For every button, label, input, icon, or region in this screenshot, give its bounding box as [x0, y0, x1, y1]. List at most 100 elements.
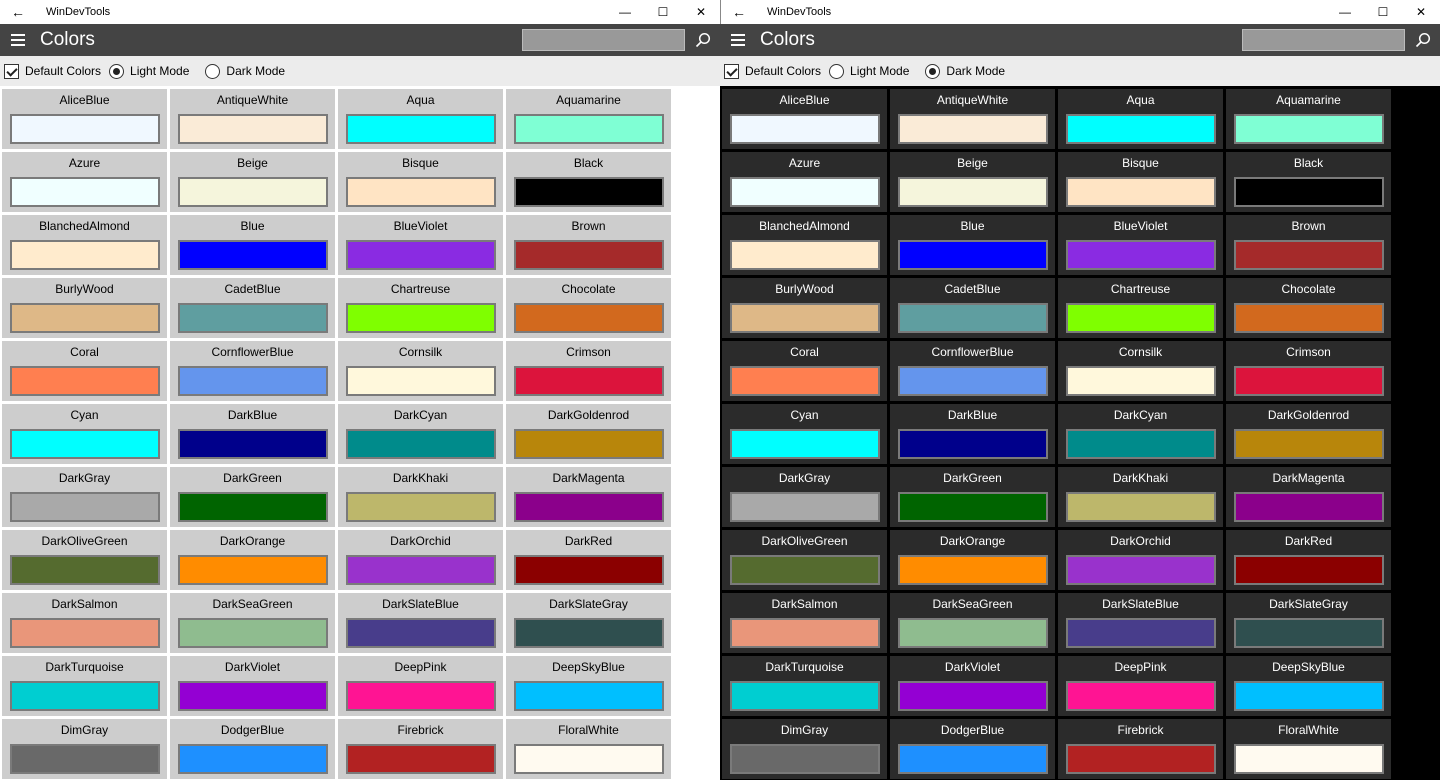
color-tile[interactable]: Blue [890, 215, 1055, 275]
color-tile[interactable]: DarkViolet [170, 656, 335, 716]
color-tile[interactable]: DarkMagenta [1226, 467, 1391, 527]
color-tile[interactable]: DimGray [722, 719, 887, 779]
color-tile[interactable]: DarkSalmon [722, 593, 887, 653]
color-tile[interactable]: Brown [506, 215, 671, 275]
light-mode-radio[interactable]: Light Mode [109, 63, 189, 79]
color-tile[interactable]: Azure [2, 152, 167, 212]
maximize-icon[interactable]: ☐ [1364, 0, 1402, 24]
color-tile[interactable]: FloralWhite [1226, 719, 1391, 779]
color-tile[interactable]: DarkGoldenrod [506, 404, 671, 464]
color-tile[interactable]: Cornsilk [1058, 341, 1223, 401]
hamburger-icon[interactable] [720, 24, 756, 56]
color-tile[interactable]: DarkBlue [890, 404, 1055, 464]
color-tile[interactable]: BlanchedAlmond [2, 215, 167, 275]
color-tile[interactable]: Black [1226, 152, 1391, 212]
color-tile[interactable]: DarkViolet [890, 656, 1055, 716]
minimize-icon[interactable]: — [606, 0, 644, 24]
color-tile[interactable]: DarkGray [2, 467, 167, 527]
color-tile[interactable]: Black [506, 152, 671, 212]
color-tile[interactable]: BurlyWood [2, 278, 167, 338]
search-icon[interactable] [1410, 28, 1436, 52]
default-colors-checkbox[interactable]: Default Colors [724, 63, 821, 79]
light-mode-radio[interactable]: Light Mode [829, 63, 909, 79]
color-tile[interactable]: DarkSlateGray [1226, 593, 1391, 653]
color-tile[interactable]: Blue [170, 215, 335, 275]
color-tile[interactable]: AliceBlue [2, 89, 167, 149]
color-tile[interactable]: DarkOrchid [1058, 530, 1223, 590]
color-tile[interactable]: DarkOrange [170, 530, 335, 590]
color-tile[interactable]: DarkSlateBlue [1058, 593, 1223, 653]
back-arrow-icon[interactable]: ← [721, 0, 757, 24]
color-tile[interactable]: DarkSeaGreen [890, 593, 1055, 653]
color-tile[interactable]: DarkGoldenrod [1226, 404, 1391, 464]
maximize-icon[interactable]: ☐ [644, 0, 682, 24]
color-tile[interactable]: Chocolate [506, 278, 671, 338]
color-tile[interactable]: AliceBlue [722, 89, 887, 149]
search-input[interactable] [522, 29, 685, 51]
color-tile[interactable]: Bisque [1058, 152, 1223, 212]
color-tile[interactable]: Aqua [338, 89, 503, 149]
color-tile[interactable]: DarkKhaki [338, 467, 503, 527]
color-tile[interactable]: Brown [1226, 215, 1391, 275]
search-input[interactable] [1242, 29, 1405, 51]
close-icon[interactable]: ✕ [682, 0, 720, 24]
color-tile[interactable]: Aquamarine [1226, 89, 1391, 149]
color-tile[interactable]: DarkOliveGreen [2, 530, 167, 590]
color-tile[interactable]: DarkSlateGray [506, 593, 671, 653]
color-tile[interactable]: CadetBlue [170, 278, 335, 338]
color-tile[interactable]: Chartreuse [1058, 278, 1223, 338]
color-tile[interactable]: DodgerBlue [170, 719, 335, 779]
color-tile[interactable]: DarkSlateBlue [338, 593, 503, 653]
color-tile[interactable]: AntiqueWhite [170, 89, 335, 149]
color-tile[interactable]: Beige [890, 152, 1055, 212]
color-tile[interactable]: DarkCyan [1058, 404, 1223, 464]
color-tile[interactable]: Crimson [506, 341, 671, 401]
color-tile[interactable]: DarkSalmon [2, 593, 167, 653]
color-tile[interactable]: BlueViolet [338, 215, 503, 275]
color-tile[interactable]: DarkTurquoise [722, 656, 887, 716]
color-tile[interactable]: DarkTurquoise [2, 656, 167, 716]
color-tile[interactable]: DarkMagenta [506, 467, 671, 527]
hamburger-icon[interactable] [0, 24, 36, 56]
color-tile[interactable]: DeepSkyBlue [1226, 656, 1391, 716]
dark-mode-radio[interactable]: Dark Mode [925, 63, 1005, 79]
color-tile[interactable]: AntiqueWhite [890, 89, 1055, 149]
color-tile[interactable]: Firebrick [1058, 719, 1223, 779]
color-tile[interactable]: Chocolate [1226, 278, 1391, 338]
color-tile[interactable]: Aqua [1058, 89, 1223, 149]
color-tile[interactable]: FloralWhite [506, 719, 671, 779]
color-tile[interactable]: DeepPink [338, 656, 503, 716]
color-tile[interactable]: DimGray [2, 719, 167, 779]
color-tile[interactable]: DarkGreen [170, 467, 335, 527]
color-tile[interactable]: DeepPink [1058, 656, 1223, 716]
color-tile[interactable]: Firebrick [338, 719, 503, 779]
color-tile[interactable]: BlueViolet [1058, 215, 1223, 275]
close-icon[interactable]: ✕ [1402, 0, 1440, 24]
color-tile[interactable]: Cornsilk [338, 341, 503, 401]
color-tile[interactable]: DarkOrange [890, 530, 1055, 590]
color-tile[interactable]: DarkGreen [890, 467, 1055, 527]
color-tile[interactable]: DarkRed [506, 530, 671, 590]
color-tile[interactable]: BurlyWood [722, 278, 887, 338]
search-icon[interactable] [690, 28, 716, 52]
color-tile[interactable]: CornflowerBlue [890, 341, 1055, 401]
color-tile[interactable]: Azure [722, 152, 887, 212]
dark-mode-radio[interactable]: Dark Mode [205, 63, 285, 79]
color-tile[interactable]: DarkSeaGreen [170, 593, 335, 653]
color-tile[interactable]: BlanchedAlmond [722, 215, 887, 275]
color-tile[interactable]: DarkBlue [170, 404, 335, 464]
color-tile[interactable]: Crimson [1226, 341, 1391, 401]
color-tile[interactable]: Cyan [722, 404, 887, 464]
color-tile[interactable]: Cyan [2, 404, 167, 464]
color-tile[interactable]: Coral [722, 341, 887, 401]
color-tile[interactable]: CadetBlue [890, 278, 1055, 338]
minimize-icon[interactable]: — [1326, 0, 1364, 24]
color-tile[interactable]: DodgerBlue [890, 719, 1055, 779]
color-tile[interactable]: Aquamarine [506, 89, 671, 149]
color-tile[interactable]: DeepSkyBlue [506, 656, 671, 716]
color-tile[interactable]: DarkGray [722, 467, 887, 527]
color-tile[interactable]: DarkKhaki [1058, 467, 1223, 527]
color-tile[interactable]: DarkOrchid [338, 530, 503, 590]
color-tile[interactable]: Coral [2, 341, 167, 401]
color-tile[interactable]: DarkOliveGreen [722, 530, 887, 590]
